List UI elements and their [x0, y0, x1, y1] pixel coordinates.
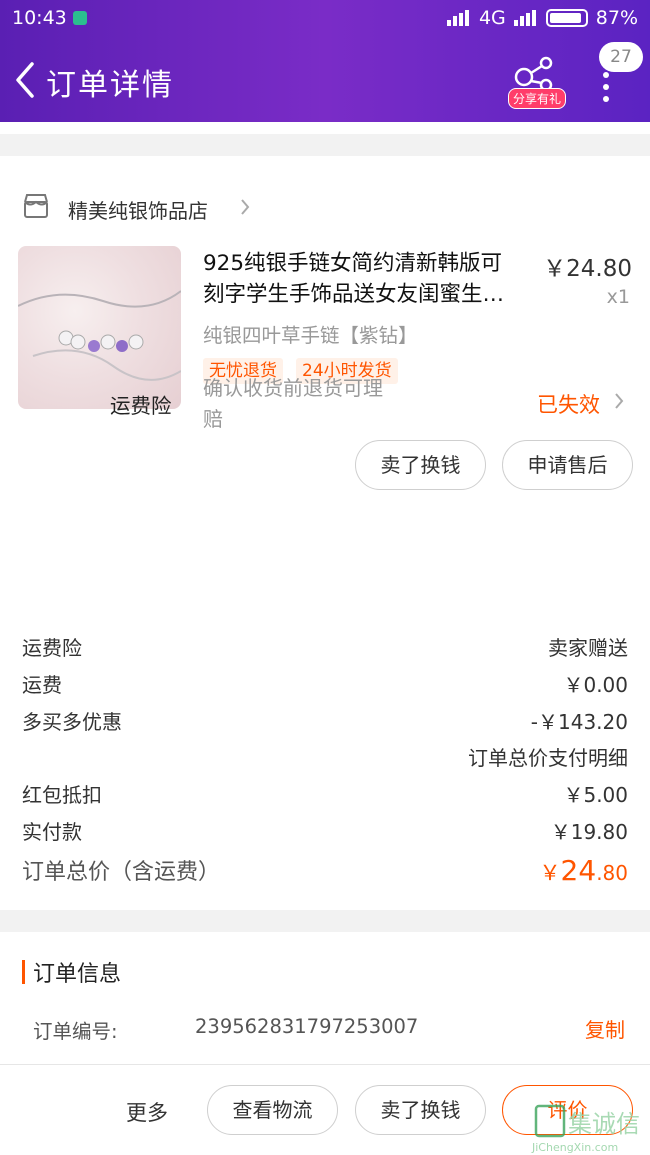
battery-icon [545, 9, 588, 27]
fee-value: ￥5.00 [563, 783, 628, 807]
shop-name[interactable]: 精美纯银饰品店 [68, 195, 208, 224]
product-title-line-2: 刻字学生手饰品送女友闺蜜生… [203, 282, 505, 307]
share-reward-tag[interactable]: 分享有礼 [508, 88, 567, 109]
shop-icon [24, 194, 48, 218]
battery-level: 87% [595, 7, 638, 29]
signal-icon-2 [513, 10, 538, 26]
status-indicators: 4G 87% [446, 7, 638, 29]
total-integer: 24 [560, 854, 597, 887]
svg-text:集诚信: 集诚信 [568, 1110, 640, 1138]
total-currency: ￥ [539, 861, 561, 885]
status-time: 10:43 [12, 7, 67, 29]
signal-icon [446, 10, 471, 26]
app-header: 10:43 4G 87% 订单详情 分享有礼 27 [0, 0, 650, 122]
fee-row-shipping: 运费 ￥0.00 [22, 669, 628, 699]
fee-row-insurance: 运费险 卖家赠送 [22, 632, 628, 662]
product-price: ￥24.80 [543, 256, 632, 282]
shop-row[interactable]: 精美纯银饰品店 [0, 181, 650, 231]
sell-button[interactable]: 卖了换钱 [355, 1085, 486, 1135]
fee-label: 运费险 [22, 636, 82, 660]
fee-value: ￥0.00 [563, 673, 628, 697]
message-badge[interactable]: 27 [599, 42, 643, 72]
fee-row-promotion: 多买多优惠 -￥143.20 [22, 706, 628, 736]
total-value: ￥24.80 [540, 854, 628, 887]
payment-detail-link[interactable]: 订单总价支付明细 [468, 742, 628, 771]
product-sku: 纯银四叶草手链【紫钻】 [203, 324, 418, 347]
fee-row-total: 订单总价（含运费） ￥24.80 [22, 854, 628, 894]
total-label: 订单总价（含运费） [22, 860, 221, 885]
fee-label: 实付款 [22, 820, 82, 844]
app-notification-icon [73, 11, 87, 25]
title-row: 订单详情 分享有礼 [0, 50, 650, 110]
fee-value: 卖家赠送 [548, 636, 628, 660]
total-decimal: .80 [596, 861, 628, 885]
section-accent-bar [22, 960, 25, 984]
fee-value: -￥143.20 [530, 710, 628, 734]
product-image[interactable] [18, 246, 181, 409]
insurance-description: 确认收货前退货可理 赔 [203, 373, 433, 435]
insurance-status[interactable]: 已失效 [537, 389, 600, 419]
site-watermark-logo: 集诚信 JiChengXin.com [531, 1104, 640, 1154]
order-number-label: 订单编号: [33, 1020, 118, 1043]
fee-row-paid: 实付款 ￥19.80 [22, 816, 628, 846]
fee-value: ￥19.80 [550, 820, 628, 844]
after-sale-button[interactable]: 申请售后 [502, 440, 633, 490]
fee-row-detail: 订单总价支付明细 [22, 742, 628, 772]
bracelet-image-icon [18, 290, 181, 381]
fee-label: 多买多优惠 [22, 710, 122, 734]
order-info-card [0, 932, 650, 1064]
page-title: 订单详情 [46, 68, 174, 103]
fee-summary: 运费险 卖家赠送 运费 ￥0.00 多买多优惠 -￥143.20 订单总价支付明… [0, 610, 650, 910]
order-info-title: 订单信息 [33, 962, 122, 987]
chevron-right-icon [241, 199, 250, 215]
fee-label: 红包抵扣 [22, 783, 102, 807]
order-item-card: 精美纯银饰品店 925纯银手链女简约清新韩版可 刻字学生手饰品送女友闺蜜生… ￥… [0, 156, 650, 610]
chevron-right-icon [615, 393, 624, 409]
product-title-line-1: 925纯银手链女简约清新韩版可 [203, 251, 503, 276]
insurance-desc-line-1: 确认收货前退货可理 [203, 376, 383, 400]
sell-item-button[interactable]: 卖了换钱 [355, 440, 486, 490]
view-logistics-button[interactable]: 查看物流 [207, 1085, 338, 1135]
more-menu-icon[interactable] [602, 72, 610, 102]
insurance-desc-line-2: 赔 [203, 407, 223, 431]
back-arrow-icon[interactable] [12, 60, 38, 100]
header-gap [0, 122, 650, 134]
more-button[interactable]: 更多 [126, 1097, 168, 1127]
network-type: 4G [478, 7, 506, 29]
svg-text:JiChengXin.com: JiChengXin.com [531, 1141, 618, 1154]
product-quantity: x1 [606, 286, 630, 308]
product-title[interactable]: 925纯银手链女简约清新韩版可 刻字学生手饰品送女友闺蜜生… [203, 248, 533, 310]
fee-row-redpack: 红包抵扣 ￥5.00 [22, 779, 628, 809]
copy-button[interactable]: 复制 [585, 1014, 625, 1043]
status-bar: 10:43 4G 87% [0, 0, 650, 38]
order-number: 239562831797253007 [195, 1015, 419, 1038]
fee-label: 运费 [22, 673, 62, 697]
insurance-label: 运费险 [110, 394, 172, 418]
